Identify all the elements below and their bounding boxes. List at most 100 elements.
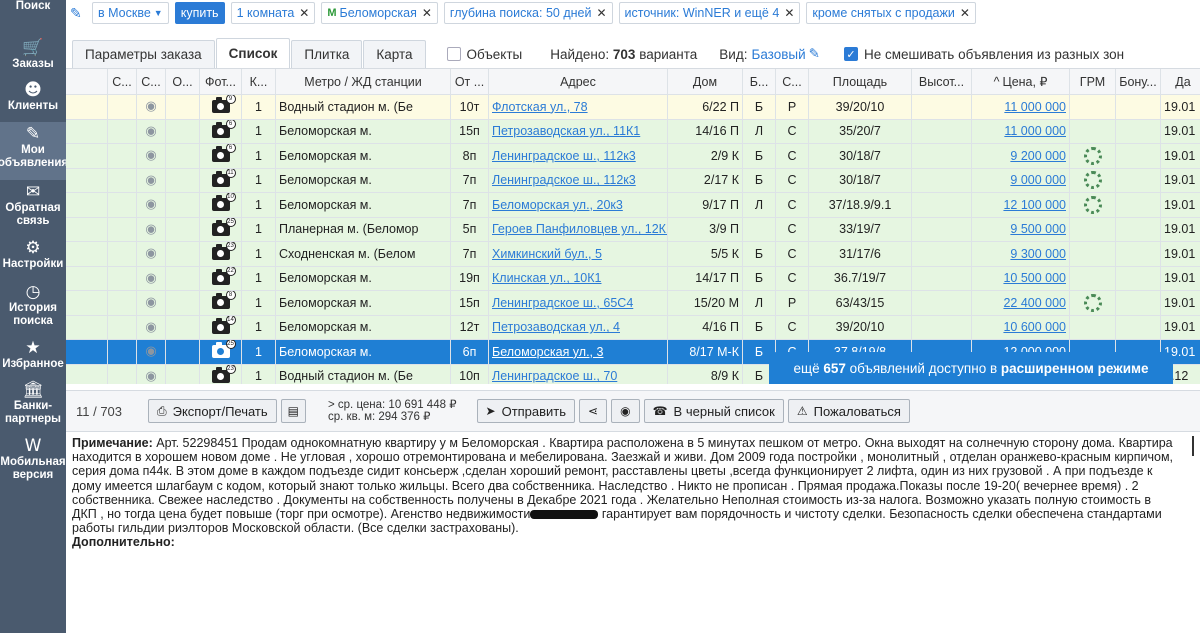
row-handle[interactable]	[66, 340, 108, 364]
address-link[interactable]: Химкинский бул., 5	[492, 247, 602, 261]
address-link[interactable]: Героев Панфиловцев ул., 12К1	[492, 222, 667, 236]
header-cell[interactable]: К...	[242, 69, 276, 94]
sidebar-item-feedback[interactable]: ✉ Обратная связь	[0, 180, 66, 236]
close-icon[interactable]: ✕	[422, 6, 432, 20]
complain-button[interactable]: ⚠ Пожаловаться	[787, 399, 910, 423]
address-link[interactable]: Ленинградское ш., 112к3	[492, 173, 636, 187]
address-link[interactable]: Беломорская ул., 20к3	[492, 198, 623, 212]
row-handle[interactable]	[66, 119, 108, 143]
price-link[interactable]: 9 200 000	[1010, 149, 1066, 163]
row-handle[interactable]	[66, 291, 108, 315]
close-icon[interactable]: ✕	[596, 6, 606, 20]
eye-icon[interactable]: ◉	[145, 197, 156, 212]
row-handle[interactable]	[66, 144, 108, 168]
header-cell[interactable]: Адрес	[489, 69, 668, 94]
eye-icon[interactable]: ◉	[145, 344, 156, 359]
table-row[interactable]: ◉ 25 1 Планерная м. (Беломор 5п Героев Панфил…	[66, 217, 1200, 242]
eye-icon[interactable]: ◉	[145, 320, 156, 335]
price-link[interactable]: 11 000 000	[1004, 124, 1066, 138]
camera-icon[interactable]: 11	[211, 168, 236, 187]
header-cell[interactable]: От ...	[451, 69, 489, 94]
sidebar-item-settings[interactable]: ⚙ Настройки	[0, 236, 66, 280]
table-row[interactable]: ◉ 22 1 Беломорская м. 19п Клинская ул., 10К1 1…	[66, 266, 1200, 291]
price-link[interactable]: 10 600 000	[1003, 320, 1066, 334]
filter-exclude[interactable]: кроме снятых с продажи ✕	[806, 2, 976, 24]
objects-checkbox[interactable]	[446, 47, 461, 61]
close-icon[interactable]: ✕	[299, 6, 309, 20]
row-handle[interactable]	[66, 95, 108, 119]
header-cell[interactable]: ГРМ	[1070, 69, 1116, 94]
eye-icon[interactable]: ◉	[145, 246, 156, 261]
header-cell[interactable]: С...	[137, 69, 166, 94]
address-link[interactable]: Ленинградское ш., 112к3	[492, 149, 636, 163]
header-cell[interactable]: С...	[108, 69, 137, 94]
price-link[interactable]: 12 100 000	[1003, 198, 1066, 212]
close-icon[interactable]: ✕	[960, 6, 970, 20]
camera-icon[interactable]: 6	[211, 144, 236, 163]
table-row[interactable]: ◉ 6 1 Беломорская м. 8п Ленинградское ш., 112…	[66, 144, 1200, 169]
camera-icon[interactable]: 25	[211, 340, 236, 359]
filter-deal[interactable]: купить	[174, 2, 225, 24]
pencil-icon[interactable]: ✎	[809, 46, 820, 62]
address-link[interactable]: Ленинградское ш., 70	[492, 369, 617, 383]
no-mix-toggle[interactable]: ✓ Не смешивать объявления из разных зон	[843, 40, 1124, 68]
eye-icon[interactable]: ◉	[145, 173, 156, 188]
tab-tile[interactable]: Плитка	[291, 40, 363, 68]
address-link[interactable]: Флотская ул., 78	[492, 100, 588, 114]
table-row[interactable]: ◉ 9 1 Водный стадион м. (Бе 10т Флотская ул.,…	[66, 95, 1200, 120]
header-cell[interactable]: Да	[1161, 69, 1200, 94]
blacklist-button[interactable]: ☎ В черный список	[643, 399, 784, 423]
sidebar-item-clients[interactable]: ☻ Клиенты	[0, 78, 66, 122]
price-link[interactable]: 11 000 000	[1004, 100, 1066, 114]
sidebar-item-mobile[interactable]: W Мобильная версия	[0, 434, 66, 490]
row-handle[interactable]	[66, 193, 108, 217]
header-cell[interactable]: О...	[166, 69, 200, 94]
price-link[interactable]: 9 000 000	[1010, 173, 1066, 187]
address-link[interactable]: Клинская ул., 10К1	[492, 271, 601, 285]
grm-badge-icon[interactable]	[1083, 195, 1102, 214]
row-handle[interactable]	[66, 266, 108, 290]
eye-icon[interactable]: ◉	[145, 222, 156, 237]
tab-order-params[interactable]: Параметры заказа	[72, 40, 215, 68]
grm-badge-icon[interactable]	[1083, 171, 1102, 190]
table-row[interactable]: ◉ 23 1 Сходненская м. (Белом 7п Химкинский бу…	[66, 242, 1200, 267]
edit-filters-icon[interactable]: ✎	[70, 5, 86, 22]
filter-depth[interactable]: глубина поиска: 50 дней ✕	[443, 2, 613, 24]
address-link[interactable]: Беломорская ул., 3	[492, 345, 603, 359]
header-cell[interactable]: Площадь	[809, 69, 912, 94]
filter-source[interactable]: источник: WinNER и ещё 4 ✕	[618, 2, 801, 24]
header-cell[interactable]: Дом	[668, 69, 743, 94]
header-cell[interactable]: Б...	[743, 69, 776, 94]
address-link[interactable]: Петрозаводская ул., 4	[492, 320, 620, 334]
eye-icon[interactable]: ◉	[145, 295, 156, 310]
filter-metro[interactable]: M Беломорская ✕	[321, 2, 438, 24]
camera-icon[interactable]: 6	[211, 119, 236, 138]
table-row[interactable]: ◉ 11 1 Беломорская м. 7п Ленинградское ш., 11…	[66, 168, 1200, 193]
share-button[interactable]: ⋖	[579, 399, 608, 423]
row-handle[interactable]	[66, 242, 108, 266]
filter-rooms[interactable]: 1 комната ✕	[230, 2, 316, 24]
eye-icon[interactable]: ◉	[145, 369, 156, 384]
row-handle[interactable]	[66, 168, 108, 192]
price-link[interactable]: 9 500 000	[1010, 222, 1066, 236]
eye-icon[interactable]: ◉	[145, 271, 156, 286]
header-cell[interactable]: ^ Цена, ₽	[972, 69, 1070, 94]
sidebar-item-history[interactable]: ◷ История поиска	[0, 280, 66, 336]
eye-icon[interactable]: ◉	[145, 124, 156, 139]
camera-icon[interactable]: 22	[211, 266, 236, 285]
header-cell[interactable]: Высот...	[912, 69, 972, 94]
header-cell[interactable]: Метро / ЖД станции	[276, 69, 451, 94]
price-link[interactable]: 9 300 000	[1010, 247, 1066, 261]
row-handle[interactable]	[66, 217, 108, 241]
row-handle[interactable]	[66, 315, 108, 339]
camera-icon[interactable]: 9	[211, 95, 236, 114]
view-button[interactable]: ◉	[611, 399, 640, 423]
eye-icon[interactable]: ◉	[145, 99, 156, 114]
sidebar-item-favorites[interactable]: ★ Избранное	[0, 336, 66, 378]
close-icon[interactable]: ✕	[784, 6, 794, 20]
sidebar-item-banks[interactable]: 🏛 Банки- партнеры	[0, 378, 66, 434]
sidebar-item-orders[interactable]: 🛒 Заказы	[0, 36, 66, 78]
eye-icon[interactable]: ◉	[145, 148, 156, 163]
price-link[interactable]: 22 400 000	[1003, 296, 1066, 310]
sidebar-item-search[interactable]: ⌕ Поиск	[0, 0, 66, 36]
